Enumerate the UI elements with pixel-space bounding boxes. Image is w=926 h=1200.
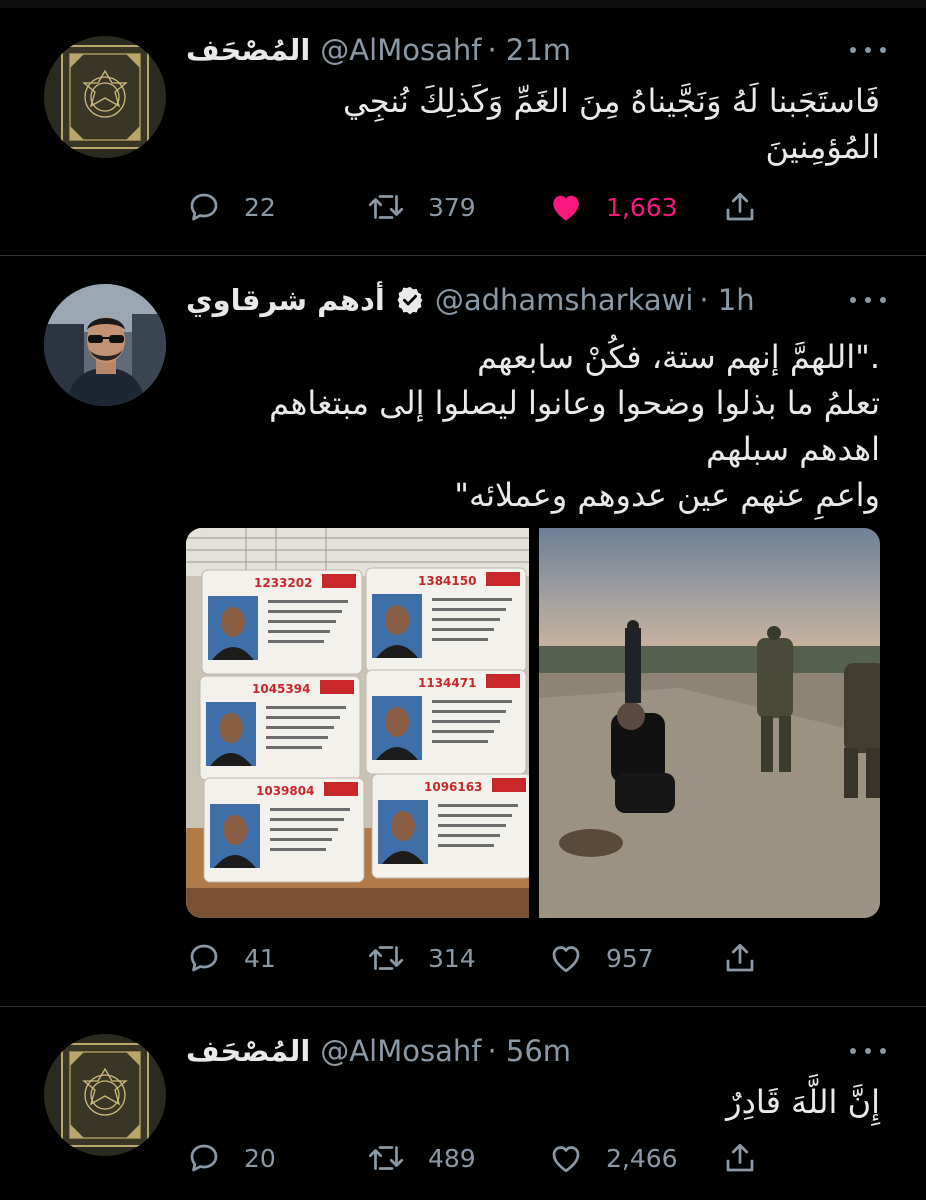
display-name[interactable]: المُصْحَف [186,33,310,67]
tweet-header: المُصْحَف @AlMosahf · 56m [186,1031,856,1071]
tweet-text: ."اللهمَّ إنهم ستة، فكُنْ سابعهم تعلمُ م… [269,338,880,514]
retweet-count: 379 [428,192,476,222]
verified-badge-icon [397,286,423,315]
id-card: 1045394 [199,675,361,781]
tweet-time[interactable]: · 56m [487,1034,571,1068]
tweet-header: المُصْحَف @AlMosahf · 21m [186,30,856,70]
retweet-button[interactable]: 314 [366,936,476,980]
heart-filled-icon [553,195,579,221]
share-button[interactable] [722,1136,758,1180]
id-card-number: 1134471 [418,676,476,690]
more-options-icon[interactable] [850,290,886,310]
prisoner-id-cards-image[interactable]: 1233202 1384150 1045394 1134471 1039804 10961… [186,528,529,918]
retweet-button[interactable]: 379 [366,185,476,229]
more-options-icon[interactable] [850,1041,886,1061]
id-card: 1384150 [365,567,527,673]
like-count: 957 [606,943,654,973]
heart-icon [552,946,580,973]
like-button[interactable]: 2,466 [548,1136,678,1180]
reply-count: 22 [244,192,276,222]
tweet-actions: 41 314 957 [186,936,766,980]
retweet-button[interactable]: 489 [366,1136,476,1180]
display-name[interactable]: المُصْحَف [186,1034,310,1068]
soldiers-tunnel-image[interactable] [539,528,880,918]
id-card-number: 1384150 [418,574,476,588]
tweet-1[interactable]: المُصْحَف @AlMosahf · 21m فَاستَجَبنا لَ… [0,0,926,255]
tweet-2[interactable]: أدهم شرقاوي @adhamsharkawi · 1h ."اللهمَ… [0,256,926,1006]
tweet-actions: 22 379 1,663 [186,185,766,229]
tweet-header: أدهم شرقاوي @adhamsharkawi · 1h [186,280,856,320]
reply-icon [190,944,218,972]
retweet-icon [368,195,404,219]
reply-icon [190,1144,218,1172]
tweet-3[interactable]: المُصْحَف @AlMosahf · 56m إِنَّ اللَّهَ … [0,1007,926,1200]
reply-icon [190,193,218,221]
tweet-time[interactable]: · 21m [487,33,571,67]
share-icon [726,1143,754,1172]
tweet-text: فَاستَجَبنا لَهُ وَنَجَّيناهُ مِنَ الغَم… [343,82,880,166]
like-button[interactable]: 1,663 [548,185,678,229]
reply-button[interactable]: 22 [186,185,276,229]
media-gap [529,528,539,918]
retweet-count: 489 [428,1143,476,1173]
id-card-number: 1045394 [252,682,310,696]
share-icon [726,943,754,972]
id-card: 1233202 [201,569,363,675]
id-card-number: 1039804 [256,784,314,798]
reply-button[interactable]: 41 [186,936,276,980]
like-count: 1,663 [606,192,678,222]
id-card: 1039804 [203,777,365,883]
user-handle[interactable]: @adhamsharkawi [435,283,694,317]
id-card-number: 1096163 [424,780,482,794]
tweet-media[interactable]: 1233202 1384150 1045394 1134471 1039804 10961… [186,528,880,918]
like-button[interactable]: 957 [548,936,654,980]
user-handle[interactable]: @AlMosahf [320,1034,481,1068]
retweet-icon [368,946,404,970]
reply-count: 41 [244,943,276,973]
user-photo-avatar[interactable] [44,284,166,406]
share-button[interactable] [722,185,758,229]
id-card: 1096163 [371,773,529,879]
tweet-text: إِنَّ اللَّهَ قَادِرٌ [726,1083,880,1121]
heart-icon [552,1146,580,1173]
user-handle[interactable]: @AlMosahf [320,33,481,67]
avatar-quran-cover-icon[interactable] [44,1034,166,1156]
like-count: 2,466 [606,1143,678,1173]
id-card-number: 1233202 [254,576,312,590]
share-button[interactable] [722,936,758,980]
tweet-actions: 20 489 2,466 [186,1136,766,1180]
share-icon [726,192,754,221]
more-options-icon[interactable] [850,40,886,60]
tweet-time[interactable]: · 1h [699,283,754,317]
retweet-count: 314 [428,943,476,973]
reply-button[interactable]: 20 [186,1136,276,1180]
id-card: 1134471 [365,669,527,775]
avatar-quran-cover-icon[interactable] [44,36,166,158]
retweet-icon [368,1146,404,1170]
display-name[interactable]: أدهم شرقاوي [186,283,385,317]
reply-count: 20 [244,1143,276,1173]
